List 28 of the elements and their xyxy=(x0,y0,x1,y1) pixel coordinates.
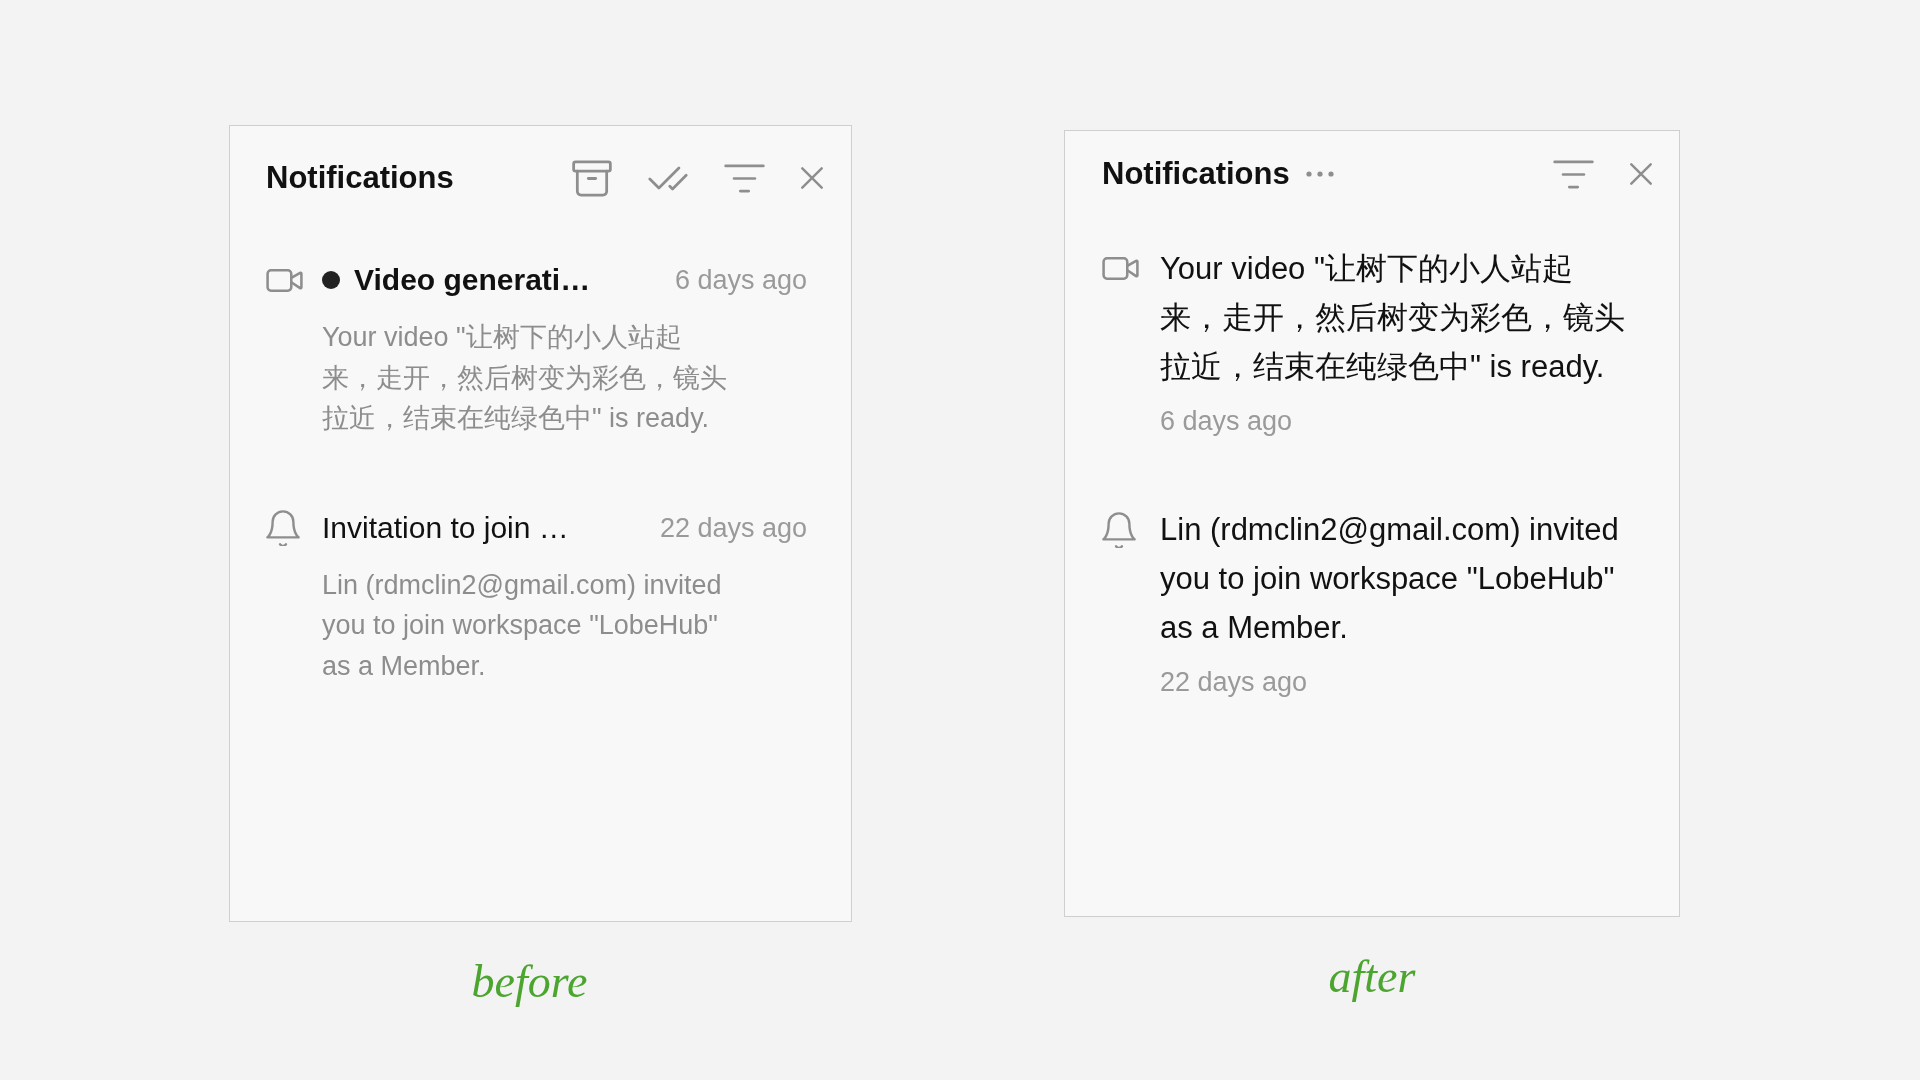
video-camera-icon xyxy=(266,268,303,292)
filter-icon xyxy=(724,163,765,193)
filter-icon xyxy=(1553,159,1594,189)
notification-text: Lin (rdmclin2@gmail.com) invited you to join workspace "LobeHub" as a Member. xyxy=(322,568,723,683)
close-icon xyxy=(801,167,823,189)
bell-icon xyxy=(266,509,300,546)
double-check-icon xyxy=(648,165,688,191)
bell-icon xyxy=(1102,511,1136,548)
notification-time: 6 days ago xyxy=(1160,405,1293,438)
more-icon xyxy=(1305,171,1334,177)
notification-text: Your video "让树下的小人站起来，走开，然后树变为彩色，镜头拉近，结束在纯绿色中" is ready. xyxy=(1160,250,1626,386)
archive-icon xyxy=(572,159,612,197)
notification-title: Video generati… xyxy=(354,262,591,298)
notification-text: Lin (rdmclin2@gmail.com) invited you to join workspace "LobeHub" as a Member. xyxy=(1160,511,1620,647)
panel-title: Notifications xyxy=(266,159,454,197)
notification-text: Your video "让树下的小人站起来，走开，然后树变为彩色，镜头拉近，结束在纯绿色中" is ready. xyxy=(322,321,728,435)
caption-label: after xyxy=(1328,951,1416,1003)
panel-title: Notifications xyxy=(1102,155,1290,193)
close-button[interactable] xyxy=(1628,161,1654,187)
close-button[interactable] xyxy=(799,165,825,191)
close-icon xyxy=(1630,163,1652,185)
more-button[interactable] xyxy=(1303,169,1336,179)
notification-time: 22 days ago xyxy=(1160,666,1308,699)
video-camera-icon xyxy=(1102,257,1139,280)
notification-time: 6 days ago xyxy=(673,264,807,297)
notification-title: Invitation to join … xyxy=(322,509,569,546)
notification-time: 22 days ago xyxy=(658,511,807,545)
caption-label: before xyxy=(471,956,588,1008)
